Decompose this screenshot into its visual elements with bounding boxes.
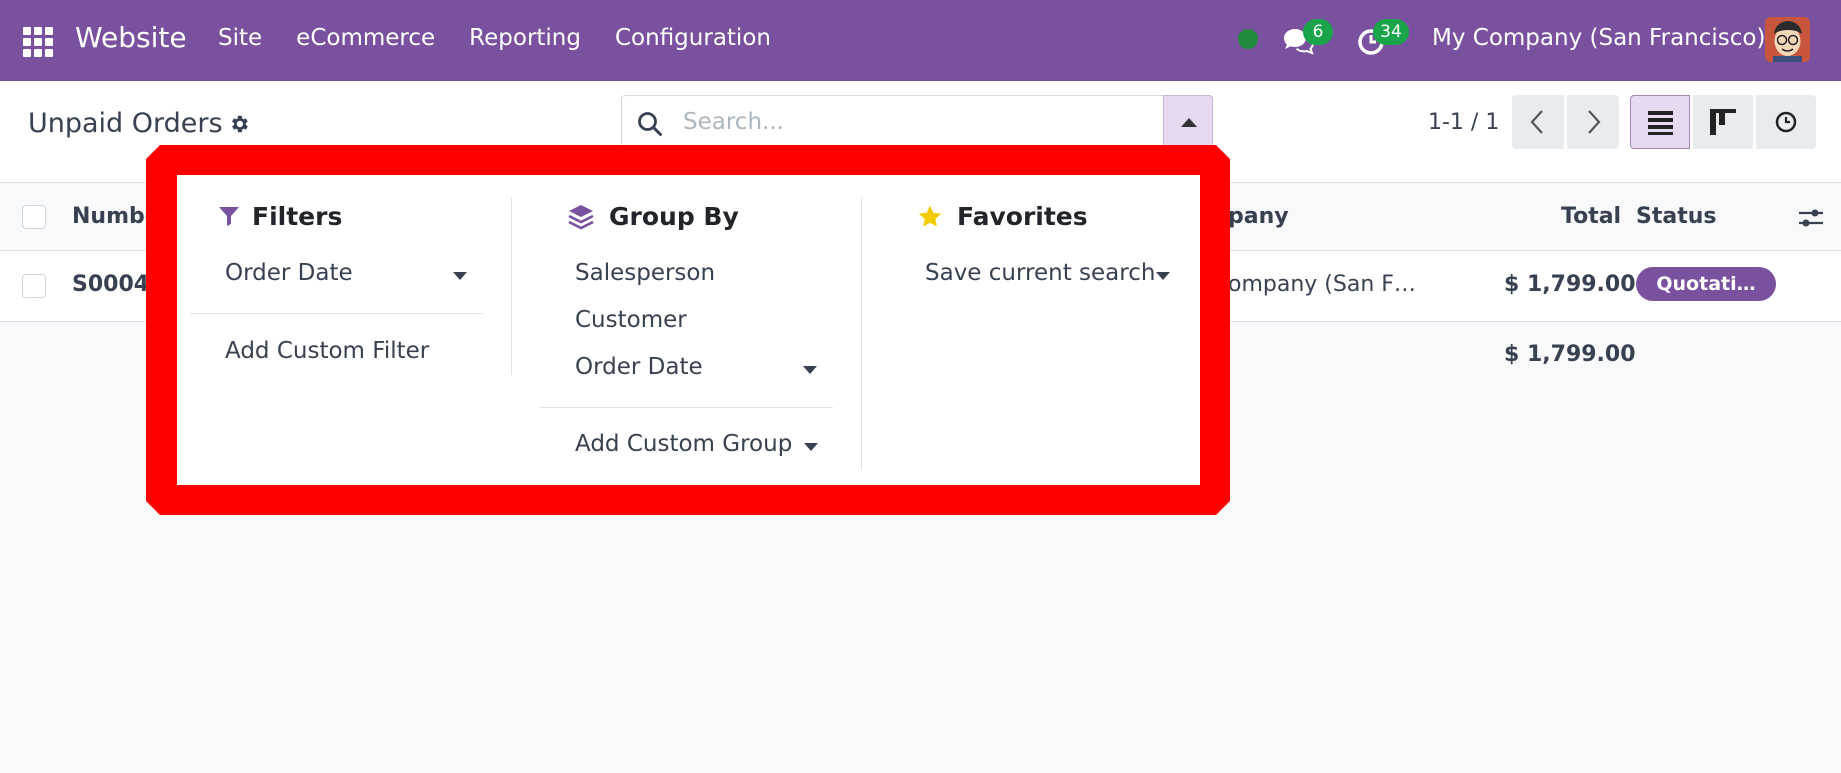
menu-item-site[interactable]: Site xyxy=(218,25,262,51)
chevron-down-icon[interactable] xyxy=(453,272,467,280)
pager-next-button[interactable] xyxy=(1567,95,1619,149)
save-current-search-toggle[interactable]: Save current search xyxy=(925,260,1155,286)
pager-previous-button[interactable] xyxy=(1512,95,1564,149)
presence-status-dot xyxy=(1238,29,1258,49)
add-custom-group-select[interactable]: Add Custom Group xyxy=(575,431,792,457)
chevron-down-icon[interactable] xyxy=(1156,272,1170,280)
group-by-heading: Group By xyxy=(609,202,739,231)
menu-item-reporting[interactable]: Reporting xyxy=(469,25,581,51)
column-header-company[interactable]: pany xyxy=(1228,204,1289,229)
footer-total-sum: $ 1,799.00 xyxy=(1504,342,1636,367)
top-navbar: Website Site eCommerce Reporting Configu… xyxy=(0,0,1841,81)
list-view-button[interactable] xyxy=(1630,95,1690,149)
list-view-icon xyxy=(1648,111,1673,135)
column-divider xyxy=(861,198,862,470)
filters-heading: Filters xyxy=(252,202,343,231)
column-divider xyxy=(511,198,512,375)
select-all-checkbox[interactable] xyxy=(22,205,46,229)
chat-count-badge: 6 xyxy=(1303,19,1333,45)
group-item-order-date[interactable]: Order Date xyxy=(575,354,703,380)
search-icon xyxy=(638,112,662,136)
column-header-status[interactable]: Status xyxy=(1636,204,1716,229)
chevron-down-icon[interactable] xyxy=(803,366,817,374)
activity-count-badge: 34 xyxy=(1373,19,1409,45)
menu-item-configuration[interactable]: Configuration xyxy=(615,25,771,51)
filter-icon xyxy=(219,207,239,226)
search-panel-toggle-button[interactable] xyxy=(1163,95,1213,149)
page-title: Unpaid Orders xyxy=(28,108,223,139)
column-settings-icon[interactable] xyxy=(1797,205,1825,231)
favorites-heading: Favorites xyxy=(957,202,1088,231)
menu-item-ecommerce[interactable]: eCommerce xyxy=(296,25,435,51)
layers-icon xyxy=(568,205,594,230)
kanban-view-button[interactable] xyxy=(1693,95,1753,149)
status-badge: Quotati… xyxy=(1636,267,1776,301)
chevron-right-icon xyxy=(1588,110,1601,134)
chevron-left-icon xyxy=(1530,110,1543,134)
apps-icon[interactable] xyxy=(23,27,53,57)
gear-icon[interactable] xyxy=(228,113,250,135)
group-item-customer[interactable]: Customer xyxy=(575,307,687,333)
group-by-divider xyxy=(540,407,833,408)
row-checkbox[interactable] xyxy=(22,274,46,298)
search-input[interactable] xyxy=(683,105,1133,139)
kanban-view-icon xyxy=(1710,109,1736,135)
company-switcher[interactable]: My Company (San Francisco) xyxy=(1432,25,1765,51)
add-custom-filter-button[interactable]: Add Custom Filter xyxy=(225,338,429,364)
company-cell: ompany (San F… xyxy=(1228,272,1416,297)
star-icon xyxy=(918,205,942,227)
pager-value[interactable]: 1-1 / 1 xyxy=(1428,110,1499,135)
column-header-total[interactable]: Total xyxy=(1561,204,1621,229)
group-item-salesperson[interactable]: Salesperson xyxy=(575,260,715,286)
search-options-dropdown: Filters Order Date Add Custom Filter Gro… xyxy=(177,175,1200,485)
app-name[interactable]: Website xyxy=(75,21,187,54)
main-menu: Site eCommerce Reporting Configuration xyxy=(218,25,805,51)
filter-item-order-date[interactable]: Order Date xyxy=(225,260,353,286)
chevron-down-icon[interactable] xyxy=(804,443,818,451)
activity-view-button[interactable] xyxy=(1756,95,1816,149)
user-avatar[interactable] xyxy=(1765,17,1810,62)
total-cell: $ 1,799.00 xyxy=(1504,272,1636,297)
order-number-cell: S0004 xyxy=(72,272,150,297)
clock-icon xyxy=(1775,111,1797,133)
filters-divider xyxy=(190,313,483,314)
